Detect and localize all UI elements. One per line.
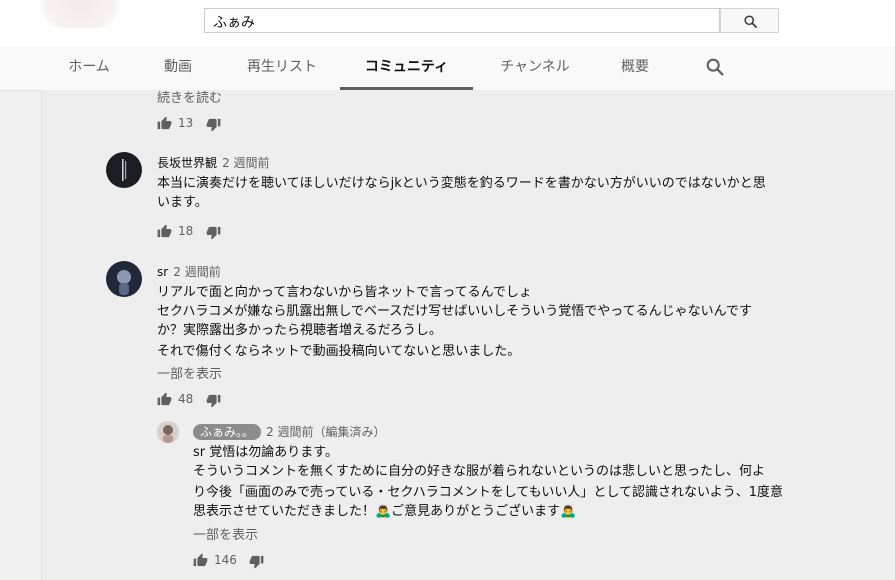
like-count: 18 (178, 224, 194, 238)
comment-timestamp[interactable]: 2 週間前 (222, 156, 269, 170)
tab-channels[interactable]: チャンネル (490, 46, 580, 90)
thumb-up-icon[interactable] (193, 553, 208, 568)
thumb-up-icon[interactable] (157, 392, 172, 407)
read-more-link[interactable]: 続きを読む (157, 87, 222, 106)
comment-text-line: それで傷付くならネットで動画投稿向いてないと思いました。 (157, 344, 521, 359)
avatar[interactable] (106, 152, 142, 188)
comment-text-line: セクハラコメが嫌なら肌露出無しでベースだけ写せばいいしそういう覚悟でやってるんじ… (157, 304, 753, 319)
like-count: 48 (178, 392, 194, 406)
avatar[interactable] (106, 261, 142, 297)
comment-text-line: sr 覚悟は勿論あります。 (193, 445, 338, 460)
comment-text-line: 思表示させていただきました！🙇‍♂️ご意見ありがとうございます🙇‍♂️ (193, 504, 577, 519)
thumb-up-icon[interactable] (157, 116, 172, 131)
tab-videos[interactable]: 動画 (148, 46, 208, 90)
search-icon (744, 15, 757, 28)
comment-timestamp[interactable]: 2 週間前（編集済み） (266, 425, 385, 439)
search-button[interactable] (720, 8, 779, 33)
owner-author-badge[interactable]: ふぁみ。。 (193, 424, 262, 440)
show-less-link[interactable]: 一部を表示 (157, 363, 222, 382)
tab-home[interactable]: ホーム (55, 46, 123, 90)
avatar[interactable] (157, 421, 179, 443)
tab-playlists[interactable]: 再生リスト (232, 46, 332, 90)
thumb-down-icon[interactable] (206, 225, 221, 240)
show-less-link[interactable]: 一部を表示 (193, 524, 258, 543)
masthead: ふぁみ (0, 0, 895, 46)
tab-about[interactable]: 概要 (605, 46, 665, 90)
comment-timestamp[interactable]: 2 週間前 (173, 265, 220, 279)
search-input[interactable]: ふぁみ (204, 8, 720, 33)
search-icon[interactable] (704, 56, 726, 78)
thumb-down-icon[interactable] (206, 117, 221, 132)
comment-text-line: そういうコメントを無くすために自分の好きな服が着られないというのは悲しいと思った… (193, 464, 766, 479)
tab-community[interactable]: コミュニティ (340, 46, 473, 90)
channel-banner-fragment (40, 0, 120, 28)
like-count: 146 (214, 553, 237, 567)
channel-tabs: ホーム 動画 再生リスト コミュニティ チャンネル 概要 (0, 46, 895, 91)
comment-text-line: 本当に演奏だけを聴いてほしいだけならjkという変態を釣るワードを書かない方がいい… (157, 176, 766, 191)
comment-text-line: リアルで面と向かって言わないから皆ネットで言ってるんでしょ (157, 285, 532, 300)
comment-author[interactable]: sr (157, 265, 168, 279)
thumb-down-icon[interactable] (249, 554, 264, 569)
comment-text-line: います。 (157, 195, 208, 210)
comment-text-line: り今後「画面のみで売っている・セクハラコメントをしてもいい人」として認識されない… (193, 485, 784, 500)
comment-author[interactable]: 長坂世界観 (157, 156, 217, 170)
like-count: 13 (178, 116, 194, 130)
thumb-up-icon[interactable] (157, 224, 172, 239)
comment-text-line: か？実際露出多かったら視聴者増えるだろうし。 (157, 323, 442, 338)
thumb-down-icon[interactable] (206, 393, 221, 408)
